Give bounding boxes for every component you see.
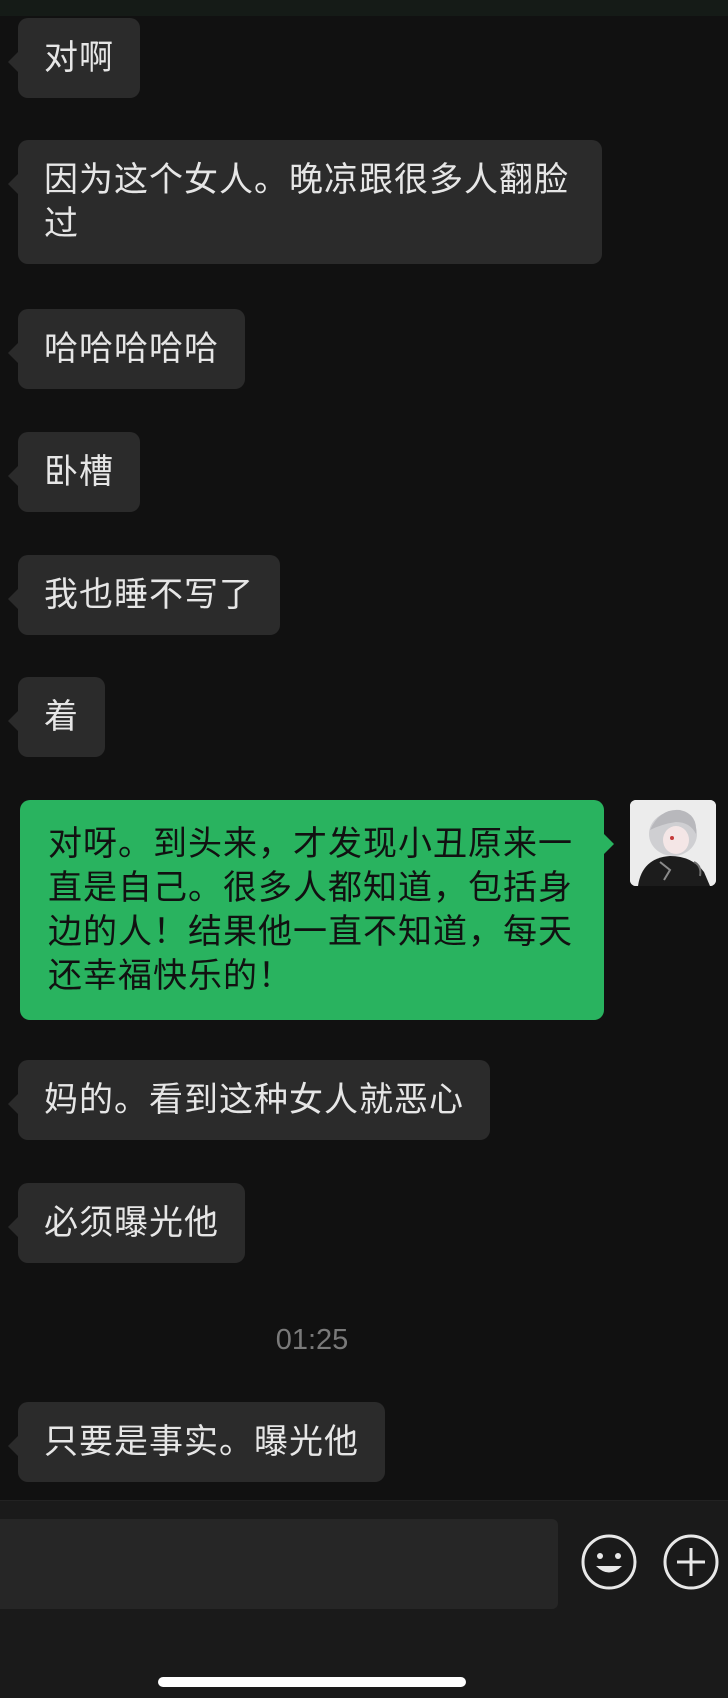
message-bubble-received[interactable]: 只要是事实。曝光他: [8, 1402, 385, 1482]
message-bubble-received[interactable]: 必须曝光他: [8, 1183, 245, 1263]
message-bubble-received[interactable]: 妈的。看到这种女人就恶心: [8, 1060, 490, 1140]
home-indicator[interactable]: [158, 1677, 466, 1687]
message-bubble-received[interactable]: 着: [8, 677, 105, 757]
status-bar: [0, 0, 728, 16]
message-bubble-received[interactable]: 哈哈哈哈哈: [8, 309, 245, 389]
avatar[interactable]: [630, 800, 716, 886]
message-timestamp: 01:25: [275, 1324, 349, 1356]
message-bubble-received[interactable]: 对啊: [8, 18, 140, 98]
message-bubble-received[interactable]: 我也睡不写了: [8, 555, 280, 635]
avatar-image: [630, 800, 716, 886]
smiley-face-icon[interactable]: [580, 1533, 638, 1591]
message-bubble-received[interactable]: 卧槽: [8, 432, 140, 512]
message-input[interactable]: [0, 1519, 558, 1609]
chat-screen: 对啊 因为这个女人。晚凉跟很多人翻脸过 哈哈哈哈哈 卧槽 我也睡不写了 着 对呀…: [0, 0, 728, 1698]
message-bubble-received[interactable]: 因为这个女人。晚凉跟很多人翻脸过: [8, 140, 602, 264]
plus-circle-icon[interactable]: [662, 1533, 720, 1591]
chat-input-bar: [0, 1500, 728, 1698]
message-bubble-sent[interactable]: 对呀。到头来，才发现小丑原来一直是自己。很多人都知道，包括身边的人！结果他一直不…: [20, 800, 614, 1020]
